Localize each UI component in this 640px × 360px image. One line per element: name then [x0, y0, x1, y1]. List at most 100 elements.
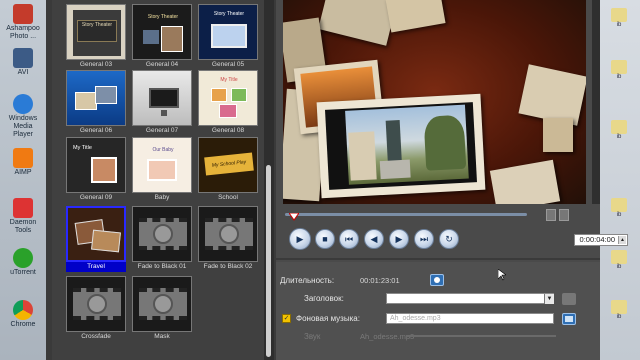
photo-frame	[91, 157, 117, 183]
sound-label: Звук	[304, 332, 321, 341]
film-icon	[13, 48, 33, 68]
volume-slider[interactable]	[406, 335, 556, 337]
divider	[276, 258, 600, 260]
step-forward-icon: ▶	[395, 233, 403, 244]
zoom-out-button[interactable]	[559, 209, 569, 221]
photo-frame	[91, 229, 121, 253]
film-strip-icon	[205, 212, 253, 258]
aimp-icon	[13, 148, 33, 168]
reel-icon	[153, 294, 173, 314]
folder-icon	[611, 250, 627, 264]
template-general-09[interactable]: My Title General 09	[66, 137, 126, 203]
template-fade-to-black-02[interactable]: Fade to Black 02	[198, 206, 258, 272]
playhead-marker[interactable]	[288, 208, 300, 221]
preview-scrollbar[interactable]	[592, 0, 600, 204]
timeline-slider[interactable]	[285, 208, 527, 221]
desktop-icon-right-3[interactable]: ib	[606, 120, 632, 144]
step-forward-button[interactable]: ▶	[389, 229, 409, 249]
video-preview	[283, 0, 586, 204]
photo-frame	[147, 159, 177, 181]
duration-label: Длительность:	[280, 276, 335, 285]
folder-icon	[611, 8, 627, 22]
template-travel[interactable]: Travel	[66, 206, 126, 272]
photo-card	[489, 159, 561, 204]
desktop-icon-right-4[interactable]: ib	[606, 198, 632, 222]
time-spinner[interactable]: ▲	[618, 236, 626, 244]
title-dropdown-arrow[interactable]: ▼	[544, 294, 554, 304]
music-file-field[interactable]: Ah_odesse.mp3	[386, 313, 554, 324]
desktop-icon-right-5[interactable]: ib	[606, 250, 632, 274]
scrollbar-thumb[interactable]	[266, 165, 271, 357]
desktop-icon-avi[interactable]: AVI	[4, 46, 42, 90]
go-to-end-button[interactable]: ⏭	[414, 229, 434, 249]
step-back-button[interactable]: ◀	[364, 229, 384, 249]
preview-panel: ▶ ■ ⏮ ◀ ▶ ⏭ ↻ 0:00:04:00 ▲ Длительность:…	[276, 0, 628, 360]
template-fade-to-black-01[interactable]: Fade to Black 01	[132, 206, 192, 272]
thumbnail-preview: Story Theater	[139, 10, 187, 56]
title-field[interactable]	[386, 293, 554, 304]
photo-card	[543, 118, 573, 152]
desktop-icon-utorrent[interactable]: uTorrent	[4, 246, 42, 290]
reel-icon	[87, 294, 107, 314]
folder-icon	[611, 120, 627, 134]
template-mask[interactable]: Mask	[132, 276, 192, 342]
template-school[interactable]: My School Play School	[198, 137, 258, 203]
mouse-cursor	[497, 268, 507, 286]
play-icon: ▶	[296, 233, 304, 244]
desktop-icon-right-6[interactable]: ib	[606, 300, 632, 324]
music-checkbox[interactable]: ✓	[282, 314, 291, 323]
timeline-track[interactable]	[285, 213, 527, 216]
reel-icon	[153, 224, 173, 244]
reel-icon	[219, 224, 239, 244]
loop-button[interactable]: ↻	[439, 229, 459, 249]
desktop-icon-chrome[interactable]: Chrome	[4, 298, 42, 342]
music-label: Фоновая музыка:	[296, 314, 360, 323]
template-grid: Story Theater General 03 Story Theater G…	[58, 0, 266, 360]
folder-icon	[611, 300, 627, 314]
photo-frame	[95, 86, 117, 104]
template-general-03[interactable]: Story Theater General 03	[66, 4, 126, 70]
time-counter[interactable]: 0:00:04:00 ▲	[574, 234, 628, 246]
utorrent-icon	[13, 248, 33, 268]
desktop-icon-media-player[interactable]: Windows Media Player	[4, 92, 42, 138]
thumbnail-preview: My Title	[205, 76, 253, 122]
thumbnail-preview	[73, 76, 121, 122]
loop-icon: ↻	[445, 233, 453, 244]
desktop-icon-ashampoo[interactable]: Ashampoo Photo ...	[4, 2, 42, 46]
play-button[interactable]: ▶	[289, 228, 311, 250]
photo-frame	[143, 30, 159, 44]
desktop-icon-right-2[interactable]: ib	[606, 60, 632, 84]
properties-panel: Длительность: 00:01:23:01 Заголовок: ▼ ✓…	[276, 262, 600, 360]
photo-card	[385, 0, 446, 33]
folder-icon	[565, 316, 573, 322]
template-general-05[interactable]: Story Theater General 05	[198, 4, 258, 70]
template-baby[interactable]: Our Baby Baby	[132, 137, 192, 203]
template-general-04[interactable]: Story Theater General 04	[132, 4, 192, 70]
folder-icon	[611, 198, 627, 212]
zoom-in-button[interactable]	[546, 209, 556, 221]
go-to-start-button[interactable]: ⏮	[339, 229, 359, 249]
photo-frame	[161, 26, 183, 52]
template-general-08[interactable]: My Title General 08	[198, 70, 258, 136]
desktop-icon-right-1[interactable]: ib	[606, 8, 632, 32]
stop-icon: ■	[322, 233, 328, 244]
thumbnail-preview	[74, 213, 122, 259]
duration-settings-button[interactable]	[430, 274, 444, 286]
title-edit-button[interactable]	[562, 293, 576, 305]
thumbnail-preview: Story Theater	[73, 10, 121, 56]
skip-forward-icon: ⏭	[419, 233, 429, 244]
template-crossfade[interactable]: Crossfade	[66, 276, 126, 342]
stop-button[interactable]: ■	[315, 229, 335, 249]
template-scrollbar[interactable]	[264, 0, 274, 360]
folder-icon	[611, 60, 627, 74]
movie-editor-window: Story Theater General 03 Story Theater G…	[46, 0, 628, 360]
desktop-icon-aimp[interactable]: AIMP	[4, 146, 42, 190]
desktop-icon-daemon[interactable]: Daemon Tools	[4, 196, 42, 240]
photo-card	[318, 0, 398, 46]
film-strip-icon	[139, 212, 187, 258]
photo-frame	[75, 92, 97, 110]
thumbnail-preview: Story Theater	[205, 10, 253, 56]
music-browse-button[interactable]	[562, 313, 576, 325]
template-general-06[interactable]: General 06	[66, 70, 126, 136]
template-general-07[interactable]: General 07	[132, 70, 192, 136]
